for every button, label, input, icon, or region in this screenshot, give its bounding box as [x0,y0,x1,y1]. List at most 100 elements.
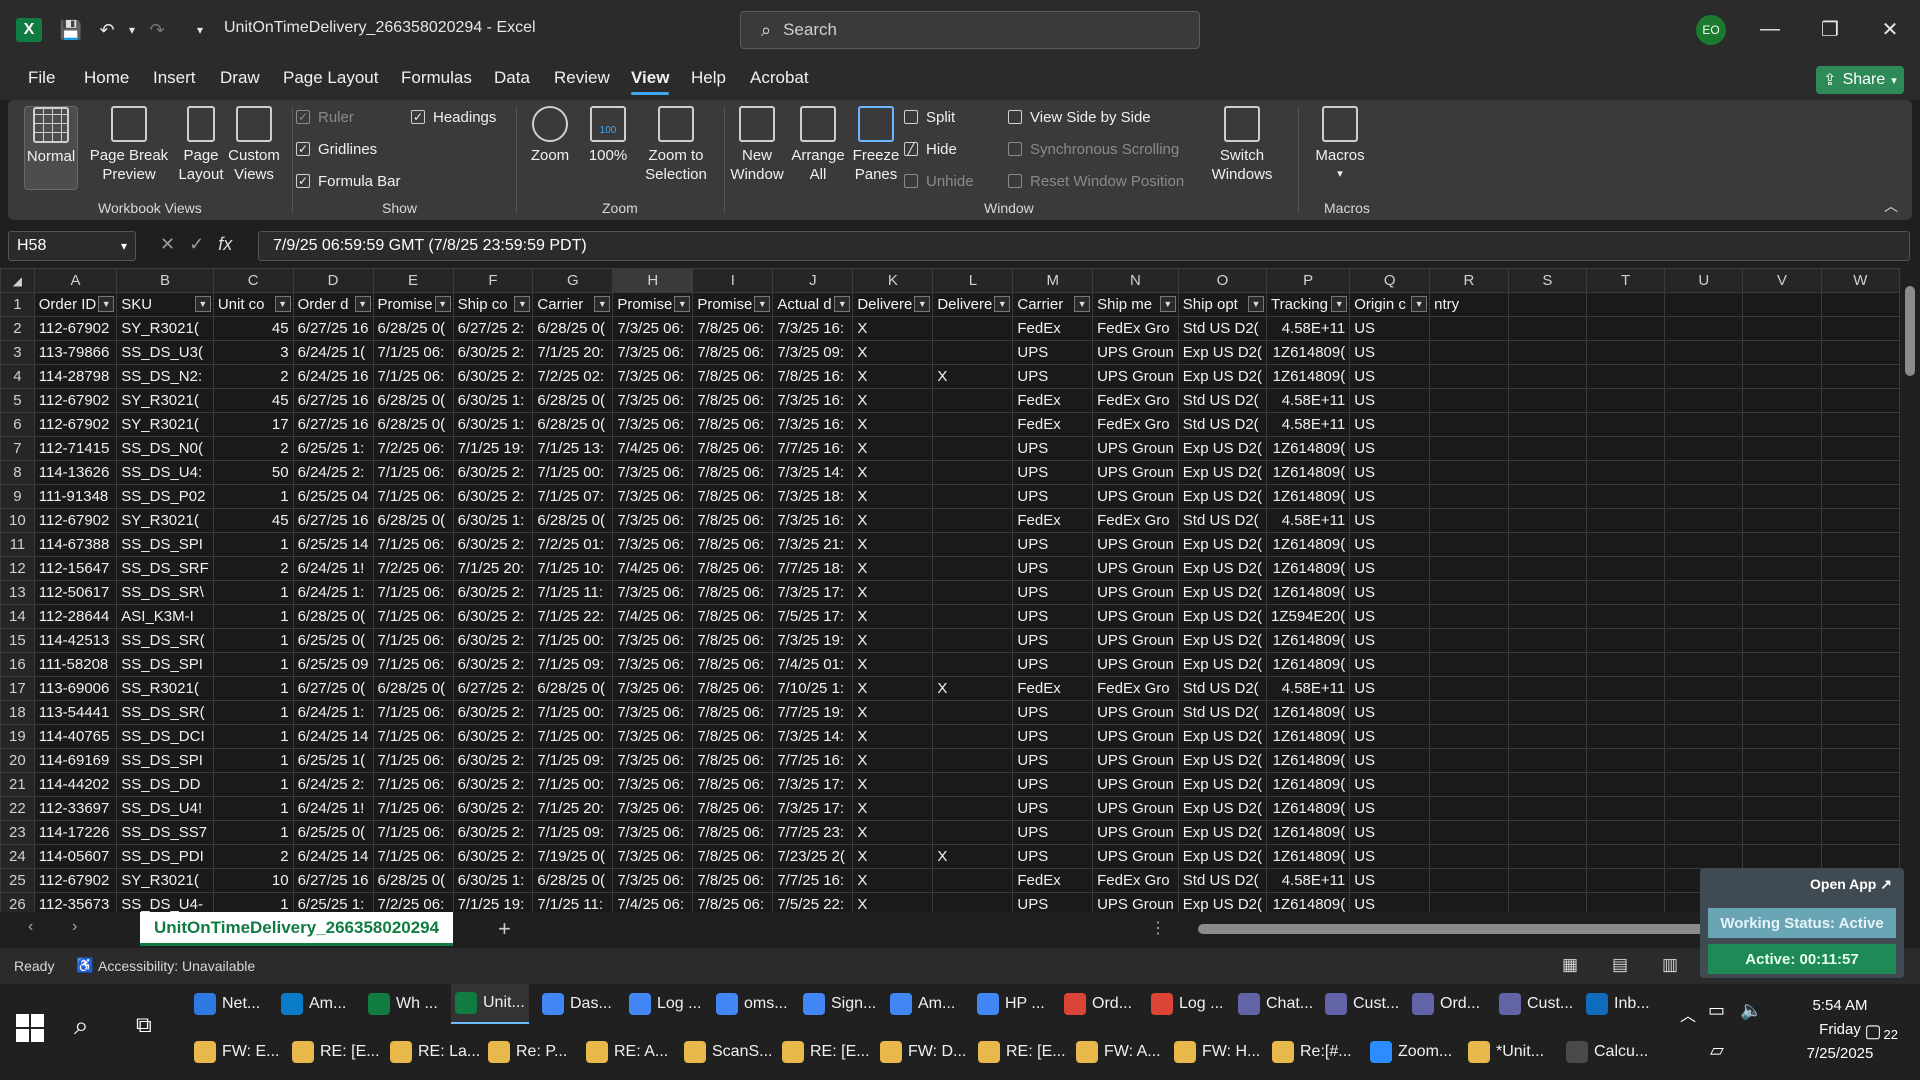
cell[interactable]: Exp US D2( [1177,484,1268,509]
cell[interactable]: Std US D2( [1177,316,1268,341]
column-title-cell[interactable]: Order ID ▼ [33,292,118,317]
cell[interactable]: 7/3/25 06: [612,748,694,773]
cell[interactable]: US [1349,820,1431,845]
cell[interactable] [1507,892,1587,912]
avatar[interactable]: EO [1696,15,1726,45]
cell[interactable] [1664,508,1744,533]
cell[interactable]: 6/25/25 09 [292,652,374,677]
cell[interactable]: UPS [1012,340,1094,365]
cell[interactable] [1429,508,1509,533]
cell[interactable] [932,748,1014,773]
cell[interactable]: 6/28/25 0( [372,868,454,893]
cell[interactable] [1585,892,1666,912]
cell[interactable]: 7/3/25 16: [772,412,854,437]
formula-bar-checkbox[interactable]: ✓ Formula Bar [296,170,401,192]
cell[interactable] [932,892,1014,912]
cell[interactable]: 114-40765 [33,724,118,749]
cell[interactable]: 50 [212,460,294,485]
freeze-panes-button[interactable]: Freeze Panes [848,106,904,190]
working-status-badge[interactable]: Working Status: Active [1708,908,1896,938]
sheet-tab-active[interactable]: UnitOnTimeDelivery_266358020294 [140,912,454,946]
cell[interactable]: UPS [1012,700,1094,725]
chevron-up-icon[interactable]: ︿ [1680,1002,1696,1026]
battery-icon[interactable]: ▭ [1708,1000,1725,1021]
open-app-button[interactable]: Open App ↗ [1810,876,1892,893]
filter-dropdown-icon[interactable]: ▼ [1248,296,1264,312]
taskbar-app[interactable]: Cust... [1495,984,1577,1024]
cell[interactable] [1664,748,1744,773]
cell[interactable] [1585,700,1666,725]
cell[interactable]: US [1349,436,1431,461]
cell[interactable]: Exp US D2( [1177,820,1268,845]
column-title-cell[interactable]: Promise ▼ [372,292,454,317]
taskbar-app[interactable]: RE: La... [386,1032,484,1072]
cell[interactable]: 7/1/25 13: [532,436,614,461]
headings-checkbox[interactable]: ✓ Headings [411,106,496,128]
cell[interactable]: 7/4/25 01: [772,652,854,677]
cell[interactable] [1664,628,1744,653]
column-title-cell[interactable] [1742,292,1822,317]
cell[interactable]: 7/1/25 06: [372,772,454,797]
tab-scroll-right-icon[interactable]: › [72,918,77,936]
cell[interactable]: 6/30/25 2: [452,364,534,389]
cell[interactable]: 114-28798 [33,364,118,389]
cell[interactable] [1507,580,1587,605]
cell[interactable]: 7/1/25 20: [532,340,614,365]
taskbar-app[interactable]: oms... [712,984,792,1024]
column-header[interactable]: N [1092,268,1179,293]
cell[interactable] [1585,748,1666,773]
cell[interactable]: 7/3/25 16: [772,316,854,341]
cell[interactable] [1820,820,1900,845]
cell[interactable]: 6/24/25 14 [292,844,374,869]
tab-scroll-left-icon[interactable]: ‹ [28,918,33,936]
cell[interactable]: X [852,700,934,725]
cell[interactable]: UPS Groun [1092,532,1179,557]
cell[interactable]: US [1349,580,1431,605]
cell[interactable]: SS_DS_SR( [116,700,214,725]
cell[interactable]: 7/2/25 01: [532,532,614,557]
cell[interactable]: 111-58208 [33,652,118,677]
cell[interactable]: 1 [212,532,294,557]
cell[interactable]: 114-42513 [33,628,118,653]
cell[interactable]: US [1349,364,1431,389]
normal-view-button[interactable]: Normal [24,106,78,190]
cell[interactable]: 7/1/25 09: [532,748,614,773]
column-title-cell[interactable]: Delivere ▼ [852,292,934,317]
column-title-cell[interactable]: Promise ▼ [692,292,774,317]
cell[interactable]: 6/30/25 1: [452,388,534,413]
volume-icon[interactable]: 🔈 [1740,1000,1762,1021]
cell[interactable]: FedEx [1012,508,1094,533]
cell[interactable]: 7/1/25 00: [532,460,614,485]
gridlines-checkbox[interactable]: ✓ Gridlines [296,138,377,160]
cell[interactable] [932,412,1014,437]
cell[interactable]: 7/2/25 06: [372,436,454,461]
cell[interactable]: X [852,796,934,821]
accessibility-icon[interactable]: ♿ [76,957,93,974]
cell[interactable]: 112-35673 [33,892,118,912]
taskbar-app[interactable]: Re:[#... [1268,1032,1356,1072]
cell[interactable]: 7/3/25 09: [772,340,854,365]
cell[interactable]: Std US D2( [1177,868,1268,893]
arrange-all-button[interactable]: Arrange All [788,106,848,190]
cell[interactable]: 1 [212,484,294,509]
cell[interactable]: 7/1/25 09: [532,820,614,845]
cell[interactable]: UPS [1012,844,1094,869]
cell[interactable]: SS_DS_SRF [116,556,214,581]
cell[interactable]: FedEx Gro [1092,412,1179,437]
taskbar-app[interactable]: Log ... [1147,984,1227,1024]
cell[interactable]: UPS Groun [1092,844,1179,869]
cell[interactable]: 6/24/25 1! [292,796,374,821]
page-break-preview-button[interactable]: Page Break Preview [84,106,174,190]
cell[interactable]: 1Z614809( [1265,748,1351,773]
cell[interactable]: 6/28/25 0( [532,676,614,701]
filter-dropdown-icon[interactable]: ▼ [354,296,371,312]
cell[interactable] [1507,532,1587,557]
cell[interactable]: X [852,748,934,773]
cell[interactable]: 1Z614809( [1265,820,1351,845]
cell[interactable]: UPS [1012,748,1094,773]
cell[interactable]: 7/1/25 06: [372,844,454,869]
cell[interactable] [1820,460,1900,485]
cell[interactable] [1820,772,1900,797]
cell[interactable] [1664,844,1744,869]
cell[interactable]: 7/7/25 18: [772,556,854,581]
